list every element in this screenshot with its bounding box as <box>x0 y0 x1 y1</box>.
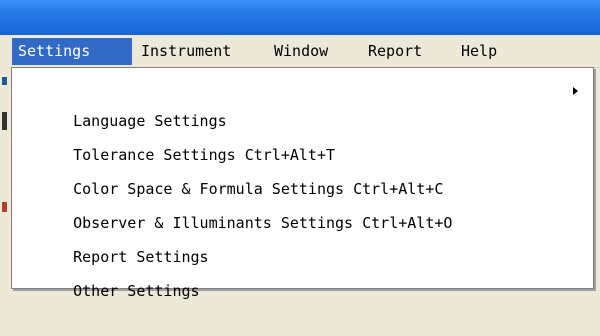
window-titlebar <box>0 0 600 35</box>
menu-report[interactable]: Report <box>362 38 450 65</box>
submenu-arrow-icon <box>573 87 578 95</box>
menu-bar: Settings Instrument Window Report Help <box>0 35 600 68</box>
toolbar-fragment <box>2 202 7 212</box>
menu-item-label: Other Settings <box>73 282 200 300</box>
menu-item-other-settings[interactable]: Other Settings <box>13 246 592 300</box>
toolbar-fragment <box>2 77 7 85</box>
menu-settings[interactable]: Settings <box>12 38 132 65</box>
menu-item-color-space-formula-settings[interactable]: Color Space & Formula Settings Ctrl+Alt+… <box>13 144 592 198</box>
menu-item-tolerance-settings[interactable]: Tolerance Settings Ctrl+Alt+T <box>13 110 592 164</box>
menu-help[interactable]: Help <box>455 38 515 65</box>
settings-dropdown-menu: Language Settings Tolerance Settings Ctr… <box>11 67 594 300</box>
menu-window[interactable]: Window <box>268 38 356 65</box>
toolbar-fragment <box>2 112 7 130</box>
menu-item-report-settings[interactable]: Report Settings <box>13 212 592 266</box>
menu-item-language-settings[interactable]: Language Settings <box>13 76 592 130</box>
menu-instrument[interactable]: Instrument <box>135 38 265 65</box>
menu-item-observer-illuminants-settings[interactable]: Observer & Illuminants Settings Ctrl+Alt… <box>13 178 592 232</box>
